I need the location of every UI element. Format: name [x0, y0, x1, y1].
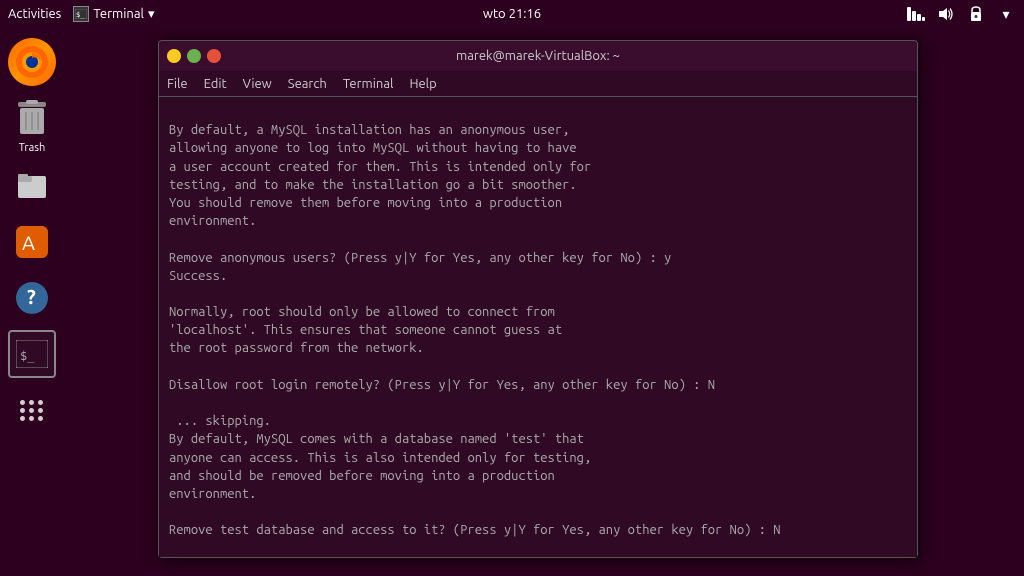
window-close-button[interactable] [207, 49, 221, 63]
dock-icon-firefox[interactable] [8, 38, 56, 86]
dock-icon-files[interactable] [8, 162, 56, 210]
menu-search[interactable]: Search [288, 77, 327, 91]
menu-file[interactable]: File [167, 77, 188, 91]
menu-edit[interactable]: Edit [204, 77, 227, 91]
terminal-output: By default, a MySQL installation has an … [169, 123, 781, 557]
terminal-content[interactable]: By default, a MySQL installation has an … [159, 97, 917, 557]
terminal-window-title: marek@marek-VirtualBox: ~ [158, 49, 918, 63]
sound-icon[interactable] [936, 4, 956, 24]
topbar-right: ▾ [906, 4, 1016, 24]
topbar-clock: wto 21:16 [483, 7, 541, 21]
trash-icon [8, 94, 56, 142]
svg-text:$_: $_ [76, 11, 85, 19]
svg-text:?: ? [27, 285, 36, 308]
menu-help[interactable]: Help [409, 77, 436, 91]
power-icon[interactable] [966, 4, 986, 24]
activities-button[interactable]: Activities [8, 7, 61, 21]
dock-trash[interactable]: Trash [8, 94, 56, 154]
terminal-window: marek@marek-VirtualBox: ~ File Edit View… [158, 40, 918, 558]
terminal-menu-bar: File Edit View Search Terminal Help [159, 71, 917, 97]
menu-view[interactable]: View [243, 77, 272, 91]
svg-text:$_: $_ [20, 349, 35, 363]
terminal-indicator[interactable]: $_ Terminal ▾ [73, 6, 154, 22]
window-minimize-button[interactable] [167, 49, 181, 63]
window-buttons [167, 49, 221, 63]
topbar: Activities $_ Terminal ▾ wto 21:16 [0, 0, 1024, 28]
terminal-taskbar-icon: $_ [73, 6, 89, 22]
menu-terminal[interactable]: Terminal [343, 77, 394, 91]
apps-grid-dots [20, 400, 44, 421]
settings-arrow[interactable]: ▾ [996, 4, 1016, 24]
trash-label: Trash [19, 142, 46, 154]
window-maximize-button[interactable] [187, 49, 201, 63]
svg-text:A: A [22, 231, 35, 254]
dock: Trash A ? $_ [0, 28, 64, 576]
dock-icon-software[interactable]: A [8, 218, 56, 266]
terminal-taskbar-label: Terminal [93, 7, 144, 21]
terminal-titlebar: marek@marek-VirtualBox: ~ [159, 41, 917, 71]
topbar-left: Activities $_ Terminal ▾ [8, 6, 154, 22]
dock-icon-help[interactable]: ? [8, 274, 56, 322]
network-icon[interactable] [906, 4, 926, 24]
dock-icon-apps-grid[interactable] [8, 386, 56, 434]
terminal-dropdown-arrow: ▾ [148, 7, 155, 22]
dock-icon-terminal[interactable]: $_ [8, 330, 56, 378]
